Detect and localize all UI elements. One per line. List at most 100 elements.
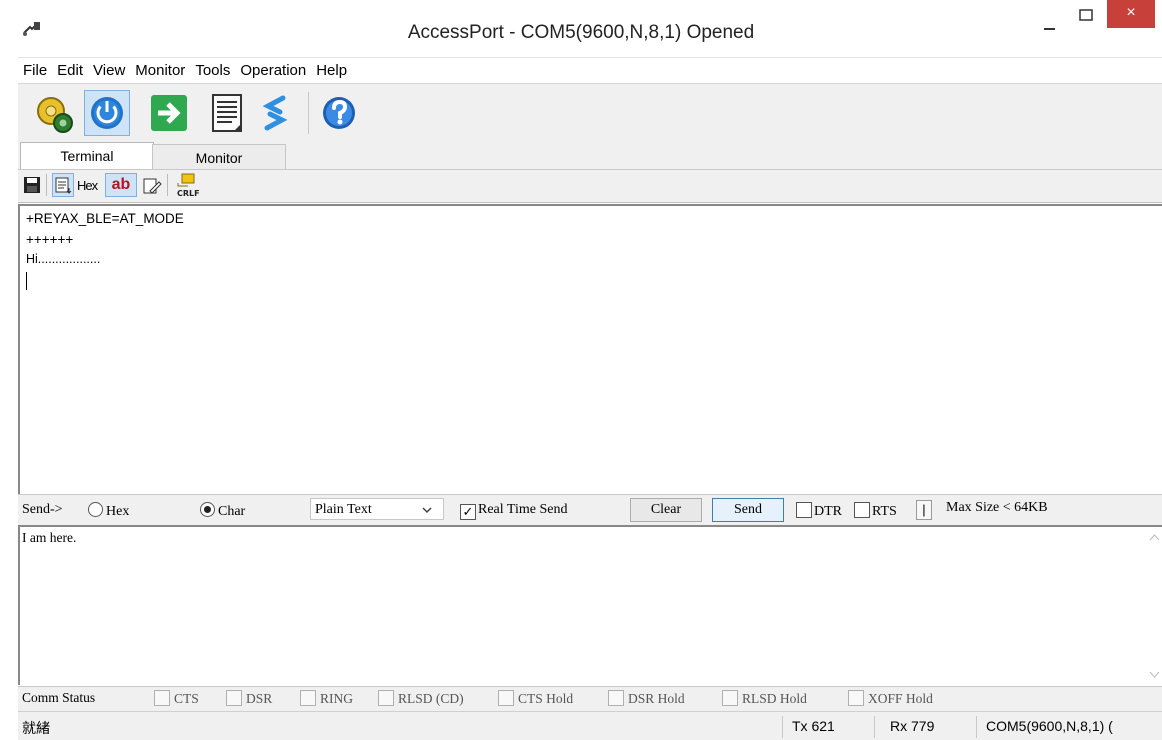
cts-hold-indicator-label: CTS Hold (518, 691, 574, 706)
text-cursor (26, 272, 27, 290)
menu-view[interactable]: View (88, 58, 130, 84)
help-icon[interactable] (316, 90, 362, 136)
menu-edit[interactable]: Edit (52, 58, 88, 84)
cts-indicator: CTS (154, 690, 199, 707)
power-icon[interactable] (84, 90, 130, 136)
save-icon[interactable] (23, 176, 41, 197)
dsr-hold-indicator-box (608, 690, 624, 706)
window-title: AccessPort - COM5(9600,N,8,1) Opened (407, 22, 755, 43)
tx-count: Tx 621 (792, 718, 835, 734)
close-button[interactable]: × (1107, 0, 1155, 28)
port-status: COM5(9600,N,8,1) ( (986, 718, 1113, 734)
input-scrollbar[interactable] (1147, 527, 1162, 685)
dtr-label: DTR (814, 504, 842, 519)
status-separator (874, 716, 875, 738)
text-mode-toggle[interactable]: ab (105, 173, 137, 197)
hex-toggle[interactable]: Hex (77, 178, 98, 193)
tab-strip: Terminal Monitor (18, 141, 1162, 171)
dtr-checkbox[interactable] (796, 502, 812, 518)
settings-gear-icon[interactable] (32, 90, 78, 136)
send-button[interactable]: Send (712, 498, 784, 522)
format-select[interactable]: Plain Text (310, 498, 444, 520)
separator (46, 174, 47, 196)
xoff-hold-indicator: XOFF Hold (848, 690, 933, 707)
rts-label: RTS (872, 504, 897, 519)
status-separator (782, 716, 783, 738)
realtime-checkbox[interactable]: ✓ (460, 504, 476, 520)
dsr-indicator: DSR (226, 690, 272, 707)
rts-checkbox[interactable] (854, 502, 870, 518)
cts-indicator-box (154, 690, 170, 706)
hex-radio-label: Hex (106, 504, 130, 519)
realtime-label: Real Time Send (478, 502, 568, 517)
main-toolbar (18, 83, 1162, 143)
send-bar: Send-> Hex Char Plain Text ✓ Real Time Se… (18, 494, 1162, 525)
ring-indicator: RING (300, 690, 353, 707)
status-separator (976, 716, 977, 738)
menu-tools[interactable]: Tools (190, 58, 235, 84)
break-toggle[interactable]: | (916, 500, 932, 520)
chevron-down-icon (422, 507, 432, 514)
cts-hold-indicator-box (498, 690, 514, 706)
rx-count: Rx 779 (890, 718, 935, 734)
terminal-line: ++++++ (26, 232, 74, 247)
comm-status-bar: Comm Status CTS DSR RING RLSD (CD) CTS H… (18, 686, 1162, 711)
menu-monitor[interactable]: Monitor (130, 58, 190, 84)
xoff-hold-indicator-label: XOFF Hold (868, 691, 933, 706)
format-select-value: Plain Text (315, 502, 372, 517)
rlsd-indicator-label: RLSD (CD) (398, 691, 464, 706)
char-radio-circle[interactable] (200, 502, 215, 517)
display-mode-icon[interactable] (52, 173, 74, 197)
menu-bar: File Edit View Monitor Tools Operation Help (18, 57, 1162, 84)
send-label: Send-> (22, 502, 63, 517)
maximize-button[interactable] (1072, 8, 1100, 32)
tab-monitor[interactable]: Monitor (152, 144, 286, 170)
char-radio-label: Char (218, 504, 246, 519)
rts-toggle[interactable]: RTS (854, 502, 897, 520)
menu-file[interactable]: File (18, 58, 52, 84)
dtr-toggle[interactable]: DTR (796, 502, 842, 520)
xoff-hold-indicator-box (848, 690, 864, 706)
ring-indicator-box (300, 690, 316, 706)
dsr-hold-indicator-label: DSR Hold (628, 691, 685, 706)
rlsd-hold-indicator: RLSD Hold (722, 690, 807, 707)
refresh-icon[interactable] (252, 90, 298, 136)
clear-button[interactable]: Clear (630, 498, 702, 522)
comm-status-label: Comm Status (22, 690, 96, 705)
send-input-text: I am here. (22, 530, 77, 545)
tab-terminal[interactable]: Terminal (20, 142, 154, 171)
hex-radio[interactable]: Hex (88, 502, 129, 520)
toolbar-separator (308, 92, 309, 134)
dsr-indicator-label: DSR (246, 691, 273, 706)
scroll-up-icon[interactable] (1149, 533, 1160, 541)
terminal-line: +REYAX_BLE=AT_MODE (26, 211, 184, 226)
char-radio[interactable]: Char (200, 502, 245, 520)
hex-radio-circle[interactable] (88, 502, 103, 517)
terminal-toolbar: Hex ab CRLF (18, 169, 1162, 203)
rlsd-indicator-box (378, 690, 394, 706)
dsr-indicator-box (226, 690, 242, 706)
cts-indicator-label: CTS (174, 691, 199, 706)
crlf-label: CRLF (177, 189, 200, 198)
crlf-icon[interactable]: CRLF (173, 173, 201, 199)
go-arrow-icon[interactable] (146, 90, 192, 136)
rlsd-hold-indicator-box (722, 690, 738, 706)
scroll-down-icon[interactable] (1149, 671, 1160, 679)
minimize-button[interactable] (1036, 14, 1064, 36)
menu-operation[interactable]: Operation (235, 58, 311, 84)
ready-status: 就緒 (22, 720, 50, 736)
terminal-output[interactable]: +REYAX_BLE=AT_MODE ++++++ Hi............… (18, 204, 1162, 494)
cts-hold-indicator: CTS Hold (498, 690, 573, 707)
terminal-line: Hi.................. (26, 252, 101, 266)
rlsd-hold-indicator-label: RLSD Hold (742, 691, 807, 706)
dsr-hold-indicator: DSR Hold (608, 690, 685, 707)
send-input[interactable]: I am here. (18, 525, 1162, 685)
edit-icon[interactable] (142, 176, 162, 199)
rlsd-indicator: RLSD (CD) (378, 690, 464, 707)
status-bar: 就緒 Tx 621 Rx 779 COM5(9600,N,8,1) ( (18, 711, 1162, 740)
menu-help[interactable]: Help (311, 58, 352, 84)
realtime-send[interactable]: ✓ Real Time Send (460, 502, 567, 520)
ring-indicator-label: RING (320, 691, 353, 706)
max-size-label: Max Size < 64KB (946, 500, 1048, 515)
document-icon[interactable] (204, 90, 250, 136)
